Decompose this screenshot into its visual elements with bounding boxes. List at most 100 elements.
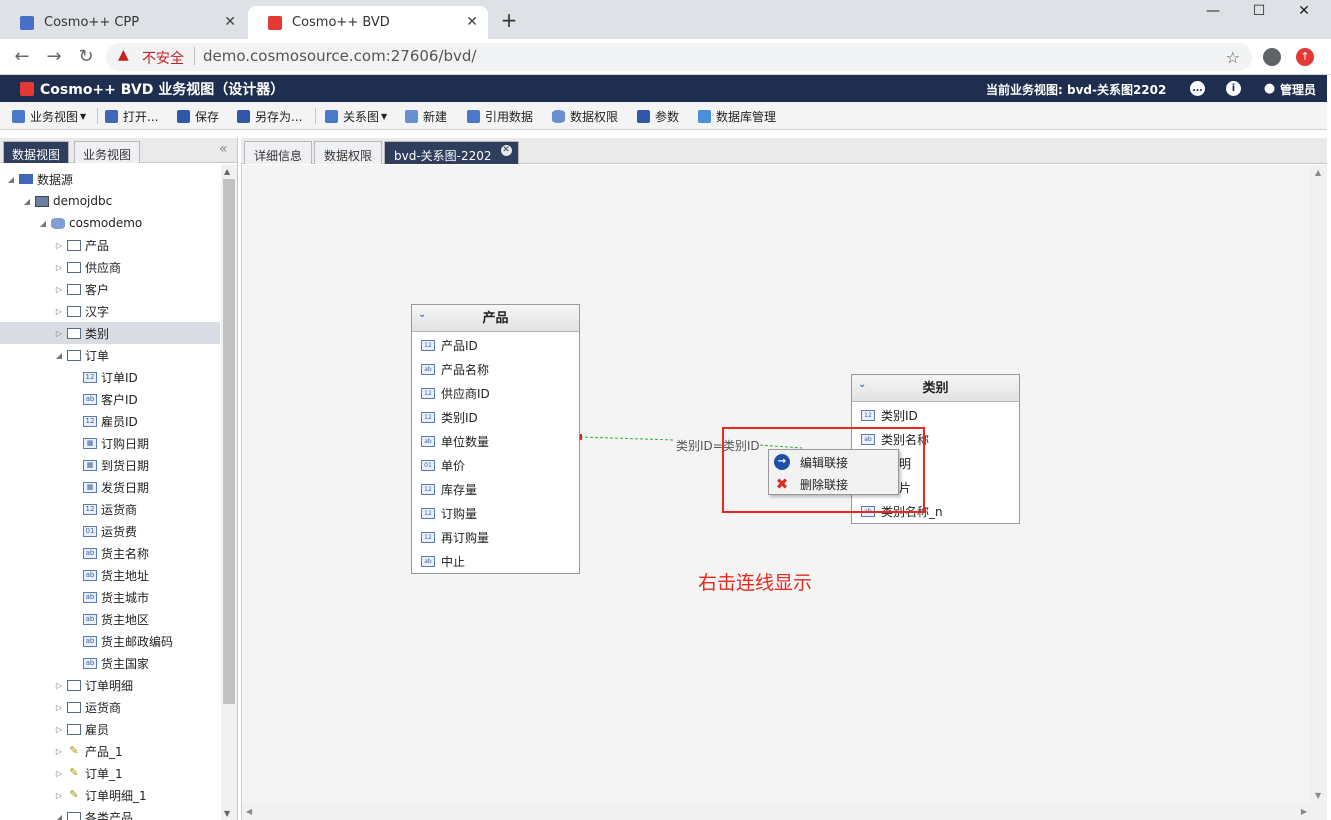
tree-item[interactable]: ▦ 发货日期 <box>0 476 220 498</box>
tree-item[interactable]: ◢ 数据源 <box>0 168 220 190</box>
expand-toggle-icon[interactable]: ▷ <box>54 307 64 316</box>
browser-tab-bvd[interactable]: Cosmo++ BVD ✕ <box>248 6 488 39</box>
business-view-menu-button[interactable]: 业务视图 ▼ <box>12 108 86 125</box>
user-name[interactable]: 管理员 <box>1280 81 1316 98</box>
entity-field[interactable]: 12 订购量 <box>421 503 477 523</box>
params-button[interactable]: 参数 <box>637 108 679 125</box>
maximize-button[interactable]: ☐ <box>1248 3 1270 21</box>
reference-data-button[interactable]: 引用数据 <box>467 108 533 125</box>
collapse-chevron-icon[interactable]: ⌄ <box>418 309 426 320</box>
entity-field[interactable]: 12 再订购量 <box>421 527 489 547</box>
tree-item[interactable]: ab 货主邮政编码 <box>0 630 220 652</box>
expand-toggle-icon[interactable]: ▷ <box>54 769 64 778</box>
relation-diagram-menu-button[interactable]: 关系图 ▼ <box>325 108 387 125</box>
entity-field[interactable]: 01 单价 <box>421 455 465 475</box>
tree-item[interactable]: 12 运货商 <box>0 498 220 520</box>
new-tab-button[interactable]: + <box>500 10 518 30</box>
tree-item[interactable]: ▷ 运货商 <box>0 696 220 718</box>
entity-field[interactable]: ab 产品名称 <box>421 359 489 379</box>
tree-item[interactable]: ▷ 供应商 <box>0 256 220 278</box>
canvas-horizontal-scrollbar[interactable]: ◀ ▶ <box>242 803 1311 820</box>
url-input[interactable]: ▲ 不安全 demo.cosmosource.com:27606/bvd/ ☆ <box>106 43 1252 71</box>
entity-field[interactable]: 12 产品ID <box>421 335 478 355</box>
data-permission-button[interactable]: 数据权限 <box>552 108 618 125</box>
tree-item[interactable]: ab 货主国家 <box>0 652 220 674</box>
entity-field[interactable]: 12 供应商ID <box>421 383 490 403</box>
tree-item[interactable]: ab 货主地区 <box>0 608 220 630</box>
tree-item[interactable]: ▦ 到货日期 <box>0 454 220 476</box>
tab-details[interactable]: 详细信息 <box>244 141 313 164</box>
collapse-panel-icon[interactable]: « <box>219 141 228 157</box>
close-tab-icon[interactable]: ✕ <box>466 14 478 30</box>
tab-bvd-diagram[interactable]: bvd-关系图-2202 ✕ <box>384 141 519 164</box>
warning-icon[interactable]: ▲ <box>118 48 132 62</box>
tree-item[interactable]: ▷ 产品 <box>0 234 220 256</box>
tree-scrollbar[interactable]: ▲ ▼ <box>221 165 237 820</box>
expand-toggle-icon[interactable]: ▷ <box>54 703 64 712</box>
tree-item[interactable]: ▷ 雇员 <box>0 718 220 740</box>
expand-toggle-icon[interactable]: ▷ <box>54 285 64 294</box>
scroll-right-icon[interactable]: ▶ <box>1301 807 1307 816</box>
entity-field[interactable]: ab 中止 <box>421 551 465 571</box>
tree-item[interactable]: ◢ demojdbc <box>0 190 220 212</box>
open-button[interactable]: 打开... <box>105 108 158 125</box>
save-button[interactable]: 保存 <box>177 108 219 125</box>
tree-item[interactable]: ▷ 订单明细 <box>0 674 220 696</box>
tree-item[interactable]: 01 运货费 <box>0 520 220 542</box>
account-icon[interactable] <box>1263 48 1281 66</box>
entity-field[interactable]: ab 单位数量 <box>421 431 489 451</box>
tree-item[interactable]: ab 货主地址 <box>0 564 220 586</box>
db-management-button[interactable]: 数据库管理 <box>698 108 776 125</box>
tree-item[interactable]: ▷ 汉字 <box>0 300 220 322</box>
tree-item[interactable]: ▷ 客户 <box>0 278 220 300</box>
extension-update-icon[interactable]: ↑ <box>1296 48 1314 66</box>
scroll-down-icon[interactable]: ▼ <box>1315 791 1321 800</box>
tree-item[interactable]: 12 雇员ID <box>0 410 220 432</box>
close-window-button[interactable]: ✕ <box>1293 3 1315 21</box>
tree-item[interactable]: ab 货主城市 <box>0 586 220 608</box>
tab-data-view[interactable]: 数据视图 <box>3 141 70 163</box>
bookmark-star-icon[interactable]: ☆ <box>1226 48 1240 67</box>
entity-product[interactable]: ⌄ 产品 12 产品ID ab 产品名称 12 供应商ID 12 类别ID ab 单位数量 01 单价… <box>411 304 580 574</box>
entity-field[interactable]: 12 库存量 <box>421 479 477 499</box>
reload-icon[interactable]: ↻ <box>76 47 96 67</box>
back-icon[interactable]: ← <box>12 47 32 67</box>
tree-item[interactable]: ◢ 各类产品 <box>0 806 220 820</box>
tab-data-permission[interactable]: 数据权限 <box>314 141 383 164</box>
relation-link-line[interactable] <box>579 436 675 441</box>
info-icon[interactable]: i <box>1226 81 1241 96</box>
tree-item[interactable]: ▦ 订购日期 <box>0 432 220 454</box>
tree-item[interactable]: ◢ cosmodemo <box>0 212 220 234</box>
scroll-left-icon[interactable]: ◀ <box>246 807 252 816</box>
expand-toggle-icon[interactable]: ▷ <box>54 329 64 338</box>
expand-toggle-icon[interactable]: ▷ <box>54 791 64 800</box>
scroll-down-icon[interactable]: ▼ <box>224 809 230 818</box>
scrollbar-thumb[interactable] <box>223 179 235 704</box>
url-text[interactable]: demo.cosmosource.com:27606/bvd/ <box>194 47 477 65</box>
new-button[interactable]: 新建 <box>405 108 447 125</box>
security-label[interactable]: 不安全 <box>142 48 184 68</box>
expand-toggle-icon[interactable]: ▷ <box>54 263 64 272</box>
collapse-chevron-icon[interactable]: ⌄ <box>858 379 866 390</box>
browser-tab-cpp[interactable]: Cosmo++ CPP ✕ <box>0 6 246 39</box>
forward-icon[interactable]: → <box>44 47 64 67</box>
scroll-up-icon[interactable]: ▲ <box>1315 168 1321 177</box>
expand-toggle-icon[interactable]: ◢ <box>22 197 32 206</box>
tree-item[interactable]: ◢ 订单 <box>0 344 220 366</box>
expand-toggle-icon[interactable]: ▷ <box>54 241 64 250</box>
expand-toggle-icon[interactable]: ◢ <box>38 219 48 228</box>
close-tab-icon[interactable]: ✕ <box>224 14 236 30</box>
tree-item[interactable]: ▷ ✎ 订单明细_1 <box>0 784 220 806</box>
canvas-vertical-scrollbar[interactable]: ▲ ▼ <box>1310 165 1327 820</box>
diagram-canvas[interactable]: ⌄ 产品 12 产品ID ab 产品名称 12 供应商ID 12 类别ID ab 单位数量 01 单价… <box>241 165 1327 820</box>
tree-item[interactable]: ▷ ✎ 订单_1 <box>0 762 220 784</box>
tree-item[interactable]: ▷ 类别 <box>0 322 220 344</box>
tree-item[interactable]: ▷ ✎ 产品_1 <box>0 740 220 762</box>
chat-icon[interactable]: … <box>1190 81 1205 96</box>
entity-header[interactable]: ⌄ 类别 <box>852 375 1019 402</box>
tab-business-view[interactable]: 业务视图 <box>74 141 141 163</box>
expand-toggle-icon[interactable]: ▷ <box>54 725 64 734</box>
expand-toggle-icon[interactable]: ▷ <box>54 681 64 690</box>
entity-field[interactable]: 12 类别ID <box>421 407 478 427</box>
entity-header[interactable]: ⌄ 产品 <box>412 305 579 332</box>
